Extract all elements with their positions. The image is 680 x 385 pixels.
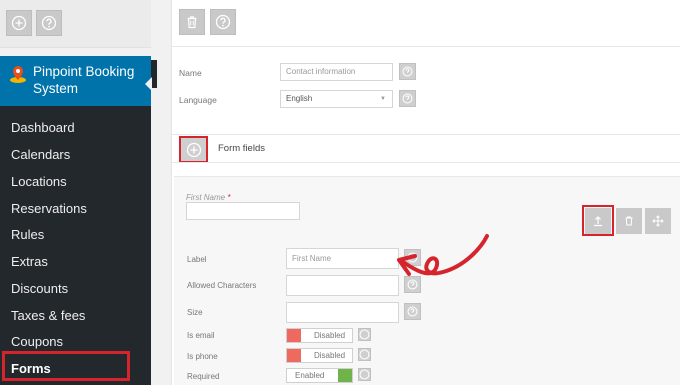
language-select[interactable]: English ▼ <box>280 90 393 108</box>
name-help-button[interactable] <box>399 63 416 80</box>
question-icon <box>359 349 370 360</box>
question-icon <box>215 14 231 30</box>
size-label: Size <box>187 308 203 317</box>
language-label: Language <box>179 95 217 105</box>
delete-field-button[interactable] <box>616 208 642 234</box>
language-help-button[interactable] <box>399 90 416 107</box>
is-email-toggle[interactable]: Disabled <box>286 328 353 343</box>
menu-item-calendars[interactable]: Calendars <box>0 141 151 168</box>
question-icon <box>41 15 57 31</box>
is-phone-help-button[interactable] <box>358 348 371 361</box>
is-phone-toggle[interactable]: Disabled <box>286 348 353 363</box>
trash-icon <box>187 16 197 29</box>
form-fields-title: Form fields <box>218 143 265 154</box>
is-phone-value: Disabled <box>314 351 346 360</box>
size-help-button[interactable] <box>404 303 421 320</box>
move-up-button[interactable] <box>585 208 611 234</box>
editor-help-button[interactable] <box>210 9 236 35</box>
form-editor-panel: Name Contact information Language Englis… <box>171 0 680 385</box>
required-mark: * <box>227 193 231 202</box>
left-column: Pinpoint Booking System Dashboard Calend… <box>0 0 157 385</box>
field-preview-input[interactable] <box>186 202 300 220</box>
question-icon <box>407 306 418 317</box>
map-pin-icon <box>10 66 26 83</box>
allowed-characters-label: Allowed Characters <box>187 281 257 290</box>
plus-circle-icon <box>11 15 27 31</box>
size-input[interactable] <box>286 302 399 323</box>
allowed-characters-input[interactable] <box>286 275 399 296</box>
menu-item-taxes-fees[interactable]: Taxes & fees <box>0 302 151 329</box>
required-value: Enabled <box>295 371 325 380</box>
required-label: Required <box>187 372 220 381</box>
is-email-help-button[interactable] <box>358 328 371 341</box>
question-icon <box>359 329 370 340</box>
menu-item-discounts[interactable]: Discounts <box>0 275 151 302</box>
toggle-knob <box>287 329 301 342</box>
menu-item-dashboard[interactable]: Dashboard <box>0 114 151 141</box>
brand-header[interactable]: Pinpoint Booking System <box>0 56 151 106</box>
drag-field-button[interactable] <box>645 208 671 234</box>
menu-item-rules[interactable]: Rules <box>0 221 151 248</box>
delete-form-button[interactable] <box>179 9 205 35</box>
forms-highlight-box <box>2 351 130 381</box>
admin-menu: Pinpoint Booking System Dashboard Calend… <box>0 56 151 385</box>
question-icon <box>402 93 413 104</box>
question-icon <box>402 66 413 77</box>
red-arrow-annotation <box>397 234 489 276</box>
menu-pointer <box>145 77 152 91</box>
brand-name: Pinpoint Booking System <box>33 64 135 96</box>
menu-item-reservations[interactable]: Reservations <box>0 195 151 222</box>
language-value: English <box>286 94 313 103</box>
editor-toolbar <box>172 0 680 47</box>
add-button[interactable] <box>6 10 32 36</box>
arrow-up-icon <box>594 216 602 227</box>
name-label: Name <box>179 68 202 78</box>
is-phone-label: Is phone <box>187 352 218 361</box>
is-email-label: Is email <box>187 331 215 340</box>
field-name-label: First Name * <box>186 193 230 202</box>
name-input[interactable]: Contact information <box>280 63 393 81</box>
toggle-knob <box>338 369 352 382</box>
field-name-text: First Name <box>186 193 226 202</box>
app-root: Pinpoint Booking System Dashboard Calend… <box>0 0 680 385</box>
menu-item-extras[interactable]: Extras <box>0 248 151 275</box>
add-form-field-button[interactable] <box>179 136 208 163</box>
label-input[interactable]: First Name <box>286 248 399 269</box>
question-icon <box>359 369 370 380</box>
is-email-value: Disabled <box>314 331 346 340</box>
left-toolbar <box>0 0 151 48</box>
help-button[interactable] <box>36 10 62 36</box>
menu-item-locations[interactable]: Locations <box>0 168 151 195</box>
required-help-button[interactable] <box>358 368 371 381</box>
required-toggle[interactable]: Enabled <box>286 368 353 383</box>
move-icon <box>652 215 664 227</box>
toggle-knob <box>287 349 301 362</box>
chevron-down-icon: ▼ <box>380 96 386 102</box>
divider <box>172 134 680 135</box>
label-label: Label <box>187 255 207 264</box>
divider <box>172 162 680 163</box>
trash-icon <box>625 216 633 226</box>
plus-circle-icon <box>186 142 201 157</box>
